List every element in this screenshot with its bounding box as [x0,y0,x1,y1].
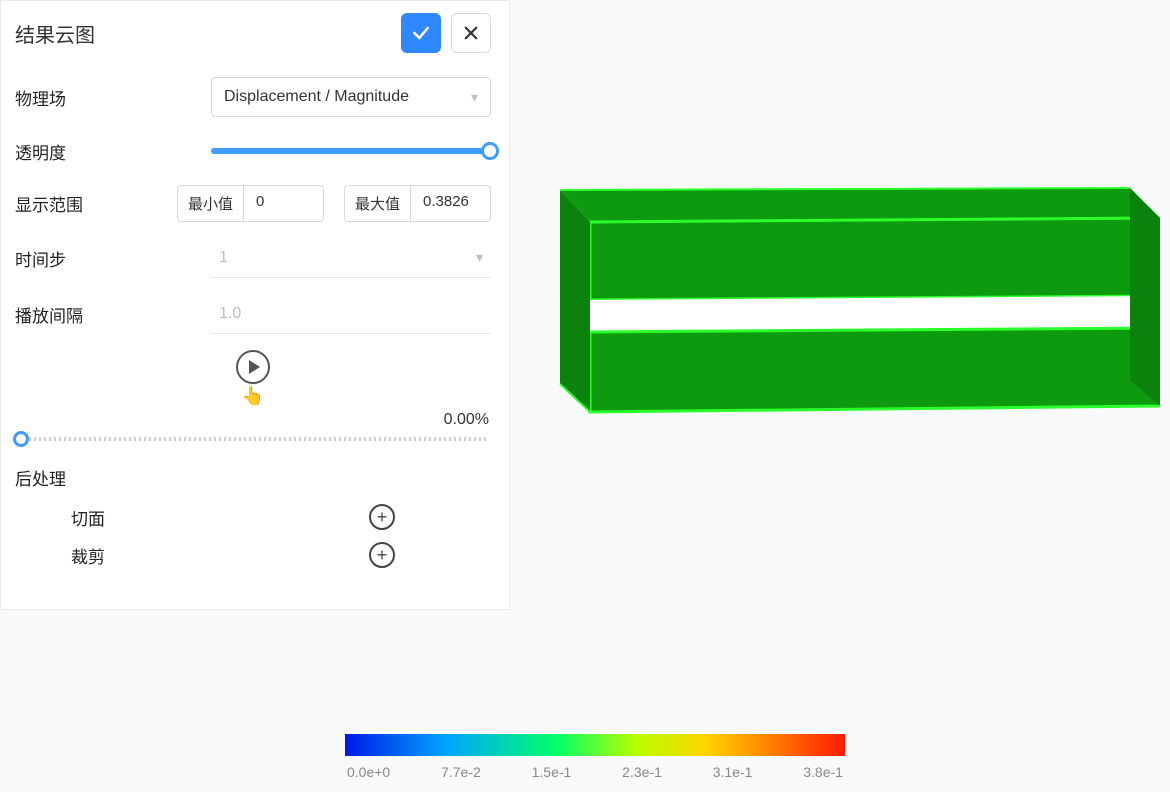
timestep-select[interactable]: 1 ▾ [211,238,491,278]
progress-thumb[interactable] [13,431,29,447]
progress-percent: 0.00% [15,411,489,429]
add-clip-button[interactable]: + [369,542,395,568]
progress-slider[interactable] [19,437,487,441]
timestep-label: 时间步 [15,246,135,271]
confirm-button[interactable] [401,13,441,53]
legend-tick: 3.8e-1 [803,764,843,780]
legend-tick: 3.1e-1 [713,764,753,780]
play-control: 👆 [15,350,491,407]
plus-icon: + [377,546,388,564]
opacity-row: 透明度 [15,133,491,169]
clip-row: 裁剪 + [15,542,395,568]
physics-label: 物理场 [15,85,135,110]
interval-value: 1.0 [219,305,241,323]
color-legend: 0.0e+0 7.7e-2 1.5e-1 2.3e-1 3.1e-1 3.8e-… [345,734,845,780]
timestep-value: 1 [219,249,228,267]
max-label: 最大值 [344,185,411,222]
model-geometry [530,140,1160,460]
plus-icon: + [377,508,388,526]
chevron-down-icon: ▾ [471,89,478,106]
close-button[interactable] [451,13,491,53]
section-plane-label: 切面 [71,505,105,530]
physics-select[interactable]: Displacement / Magnitude ▾ [211,77,491,117]
legend-tick: 2.3e-1 [622,764,662,780]
header-buttons [401,13,491,53]
add-section-plane-button[interactable]: + [369,504,395,530]
range-label: 显示范围 [15,191,135,216]
max-input[interactable]: 0.3826 [411,185,491,222]
section-plane-row: 切面 + [15,504,395,530]
min-label: 最小值 [177,185,244,222]
legend-gradient [345,734,845,756]
cursor-hand-icon: 👆 [242,386,264,407]
max-pair: 最大值 0.3826 [344,185,491,222]
opacity-slider-thumb[interactable] [481,142,499,160]
viewport-3d[interactable] [530,140,1160,460]
play-icon [249,360,260,374]
interval-row: 播放间隔 1.0 [15,294,491,334]
result-cloud-panel: 结果云图 物理场 Displacement / Magnitude ▾ 透明度 … [0,0,510,610]
min-pair: 最小值 0 [177,185,324,222]
interval-label: 播放间隔 [15,302,135,327]
opacity-slider[interactable] [211,148,491,154]
chevron-down-icon: ▾ [476,249,483,266]
play-button[interactable] [236,350,270,384]
opacity-label: 透明度 [15,139,135,164]
legend-tick: 0.0e+0 [347,764,390,780]
clip-label: 裁剪 [71,543,105,568]
physics-value: Displacement / Magnitude [224,88,409,106]
range-row: 显示范围 最小值 0 最大值 0.3826 [15,185,491,222]
panel-title: 结果云图 [15,19,95,48]
postprocess-title: 后处理 [15,465,491,490]
legend-tick: 7.7e-2 [441,764,481,780]
panel-header: 结果云图 [15,13,491,53]
min-input[interactable]: 0 [244,185,324,222]
legend-tick: 1.5e-1 [532,764,572,780]
range-inputs: 最小值 0 最大值 0.3826 [177,185,491,222]
timestep-row: 时间步 1 ▾ [15,238,491,278]
legend-ticks: 0.0e+0 7.7e-2 1.5e-1 2.3e-1 3.1e-1 3.8e-… [345,764,845,780]
check-icon [411,23,431,43]
physics-row: 物理场 Displacement / Magnitude ▾ [15,77,491,117]
interval-input[interactable]: 1.0 [211,294,491,334]
close-icon [462,24,480,42]
